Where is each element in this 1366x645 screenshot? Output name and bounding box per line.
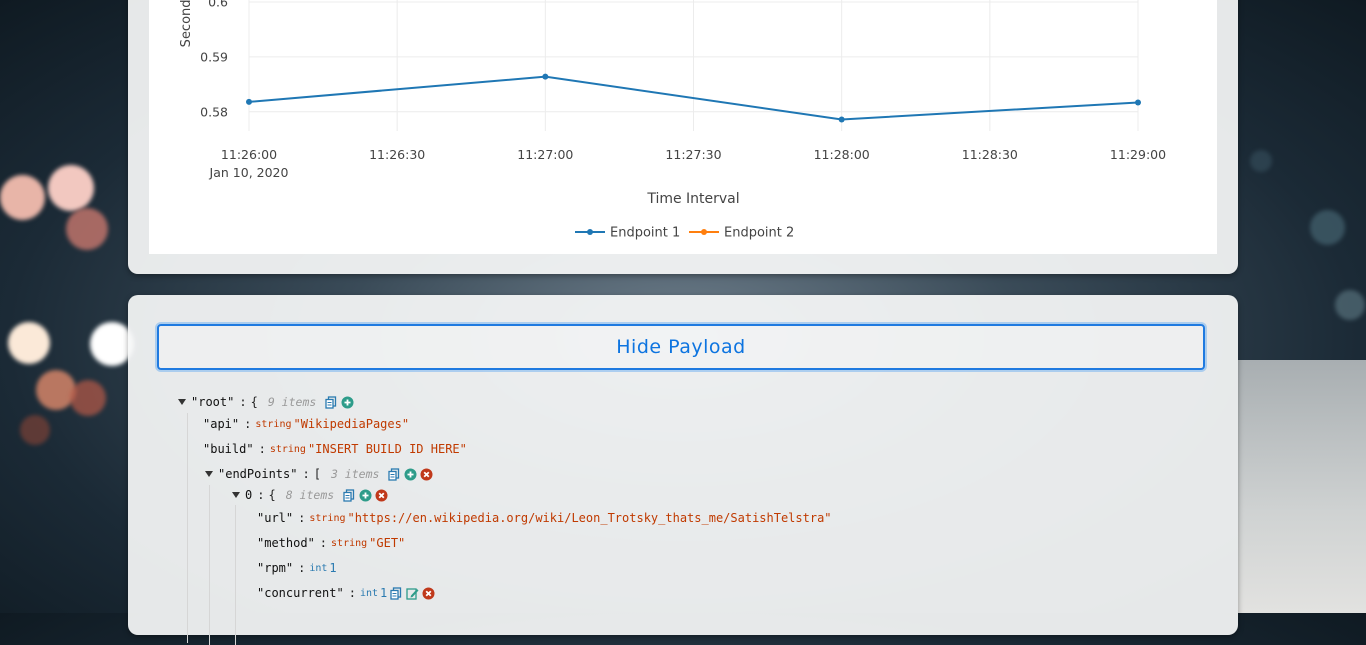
node-count: 8 items [285,488,335,502]
node-count: 9 items [267,395,317,409]
data-point [542,73,549,80]
tree-node-item-0: 0 : { 8 items [232,486,388,504]
json-viewer: "root" : { 9 items "api" : string "Wikip… [128,295,1238,645]
x-tick-label: 11:28:30 [962,147,1018,162]
node-key: "root" [191,395,235,409]
node-value[interactable]: "INSERT BUILD ID HERE" [308,442,467,456]
node-type: string [255,418,292,430]
remove-icon[interactable] [375,489,388,502]
legend-marker [701,229,707,235]
add-icon[interactable] [404,468,417,481]
node-type: int [309,562,328,574]
tree-node-api: "api" : string "WikipediaPages" [203,417,410,431]
add-icon[interactable] [359,489,372,502]
tree-node-rpm: "rpm" : int 1 [257,561,337,575]
node-bracket: [ [313,467,321,481]
legend-label: Endpoint 1 [610,226,680,241]
data-point [246,98,252,105]
node-key: "rpm" [257,561,294,575]
node-key: "method" [257,536,315,550]
node-key: "build" [203,442,254,456]
node-type: string [309,512,346,524]
edit-icon[interactable] [406,587,419,600]
node-bracket: { [250,395,258,409]
remove-icon[interactable] [420,468,433,481]
node-key: "concurrent" [257,586,344,600]
node-type: int [359,587,378,599]
y-tick-label: 0.6 [208,0,228,9]
chart-area: 11:26:00 Jan 10, 2020 11:26:30 11:27:00 11:2… [149,0,1217,254]
node-key: "endPoints" [218,467,298,481]
y-axis-title: Seconds [179,0,194,47]
node-value[interactable]: 1 [380,586,387,600]
tree-guide-line [187,413,188,643]
legend-item-2[interactable]: Endpoint 2 [689,226,794,241]
copy-icon[interactable] [388,467,401,481]
x-tick-label: 11:28:00 [814,147,870,162]
data-point [1135,99,1141,106]
tree-node-url: "url" : string "https://en.wikipedia.org… [257,511,832,525]
node-value[interactable]: "GET" [369,536,405,550]
node-value[interactable]: 1 [329,561,336,575]
collapse-caret-icon[interactable] [178,399,186,405]
node-type: string [331,537,368,549]
node-value[interactable]: "https://en.wikipedia.org/wiki/Leon_Trot… [347,511,831,525]
payload-panel: Hide Payload "root" : { 9 items "api" : … [128,295,1238,645]
tree-guide-line [235,505,236,645]
latency-line-chart: 11:26:00 Jan 10, 2020 11:26:30 11:27:00 11:2… [179,0,1166,241]
copy-icon[interactable] [325,395,338,409]
x-tick-label: 11:26:30 [369,147,425,162]
y-tick-label: 0.59 [200,49,228,64]
legend-marker [587,229,593,235]
x-tick-label: 11:26:00 [221,147,277,162]
collapse-caret-icon[interactable] [232,492,240,498]
legend-item-1[interactable]: Endpoint 1 [575,226,680,241]
tree-node-method: "method" : string "GET" [257,536,406,550]
x-tick-label: 11:27:00 [517,147,573,162]
data-point [838,116,845,123]
remove-icon[interactable] [422,587,435,600]
chart-panel: 11:26:00 Jan 10, 2020 11:26:30 11:27:00 11:2… [128,0,1238,274]
tree-node-concurrent: "concurrent" : int 1 [257,584,435,602]
node-key: "api" [203,417,240,431]
copy-icon[interactable] [390,586,403,600]
node-key: 0 [245,488,253,502]
legend-label: Endpoint 2 [724,226,794,241]
node-bracket: { [268,488,276,502]
x-tick-label: 11:29:00 [1110,147,1166,162]
node-value[interactable]: "WikipediaPages" [293,417,409,431]
tree-guide-line [209,485,210,645]
tree-node-endpoints: "endPoints" : [ 3 items [205,465,433,483]
node-key: "url" [257,511,294,525]
node-count: 3 items [330,467,380,481]
collapse-caret-icon[interactable] [205,471,213,477]
y-tick-label: 0.58 [200,104,228,119]
tree-node-build: "build" : string "INSERT BUILD ID HERE" [203,442,467,456]
tree-node-root: "root" : { 9 items [178,393,354,411]
x-axis-title: Time Interval [646,191,739,207]
add-icon[interactable] [341,396,354,409]
node-type: string [269,443,306,455]
x-tick-label: 11:27:30 [665,147,721,162]
x-tick-sublabel: Jan 10, 2020 [209,165,289,180]
copy-icon[interactable] [343,488,356,502]
